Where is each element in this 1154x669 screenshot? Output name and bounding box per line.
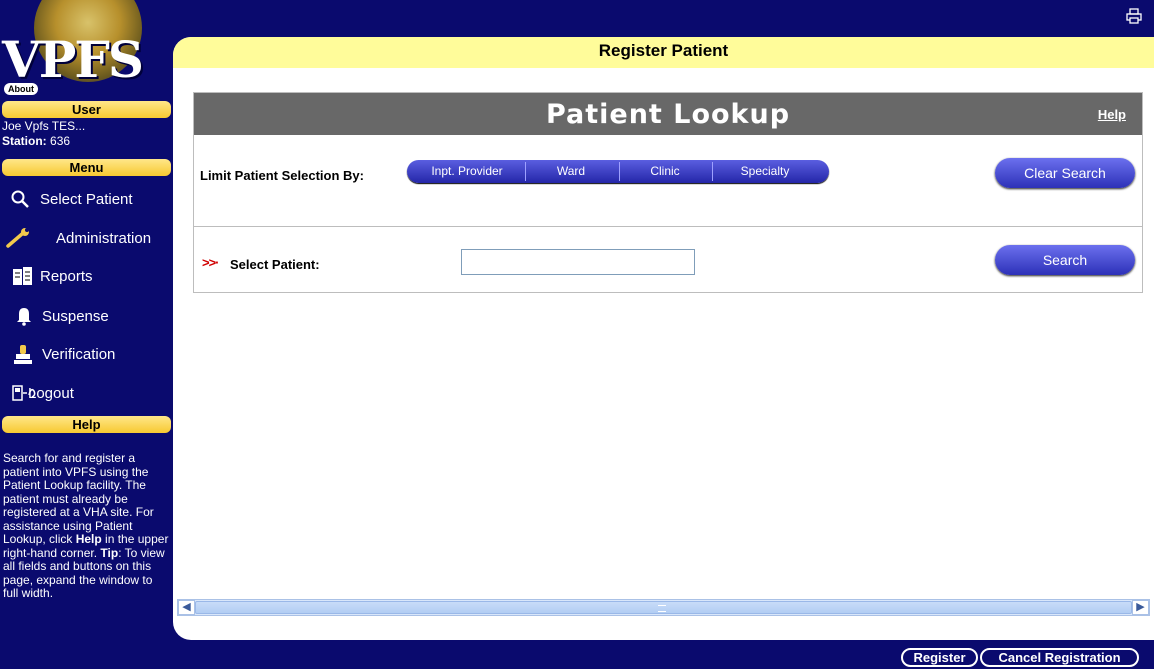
required-arrow-icon: >>·: [202, 255, 219, 270]
menu-item-label: Reports: [40, 268, 93, 285]
scrollbar-grip: [658, 605, 666, 612]
logo-text: VPFS: [2, 30, 144, 89]
print-icon[interactable]: [1126, 8, 1142, 24]
menu-item-label: Administration: [56, 230, 152, 247]
page-title: Register Patient: [173, 37, 1154, 68]
scroll-left-icon[interactable]: ◀: [178, 600, 195, 615]
station-info: Station: 636: [2, 134, 70, 148]
horizontal-scrollbar[interactable]: ◀ ▶: [177, 599, 1150, 616]
menu-item-label: Logout: [28, 385, 74, 402]
menu-item-suspense[interactable]: Suspense: [0, 300, 173, 332]
menu-item-reports[interactable]: Reports: [0, 260, 173, 292]
about-link[interactable]: About: [4, 83, 38, 95]
menu-item-label: Select Patient: [40, 191, 133, 208]
station-value: 636: [50, 134, 71, 148]
top-bar: [173, 0, 1154, 37]
help-link[interactable]: Help: [1098, 107, 1126, 122]
scroll-right-icon[interactable]: ▶: [1132, 600, 1149, 615]
help-header: Help: [2, 416, 171, 433]
select-patient-input[interactable]: [461, 249, 695, 275]
user-name: Joe Vpfs TES...: [2, 119, 86, 133]
patient-lookup-header: Patient Lookup Help: [194, 93, 1142, 135]
divider: [194, 226, 1142, 227]
wrench-icon: [6, 228, 29, 248]
register-button[interactable]: Register: [901, 648, 978, 667]
inpt-provider-button[interactable]: Inpt. Provider: [413, 160, 521, 183]
clinic-button[interactable]: Clinic: [620, 160, 710, 183]
search-button[interactable]: Search: [995, 245, 1135, 275]
reports-icon: [12, 266, 34, 286]
stamp-icon: [14, 344, 36, 364]
patient-lookup-title: Patient Lookup: [545, 99, 791, 130]
limit-selection-group: Inpt. Provider Ward Clinic Specialty: [407, 160, 829, 183]
scrollbar-thumb[interactable]: [195, 601, 1132, 614]
sidebar: VPFS About User Joe Vpfs TES... Station:…: [0, 0, 173, 669]
main-content: Register Patient Patient Lookup Help Lim…: [173, 37, 1154, 640]
patient-lookup-panel: Patient Lookup Help Limit Patient Select…: [193, 92, 1143, 293]
clear-search-button[interactable]: Clear Search: [995, 158, 1135, 188]
ward-button[interactable]: Ward: [526, 160, 616, 183]
vpfs-logo: VPFS About: [0, 0, 173, 100]
menu-header: Menu: [2, 159, 171, 176]
help-text-bold: Help: [75, 532, 102, 546]
menu-item-verification[interactable]: Verification: [0, 338, 173, 370]
user-header: User: [2, 101, 171, 118]
menu-item-select-patient[interactable]: Select Patient: [0, 183, 173, 215]
help-text: Search for and register a patient into V…: [3, 451, 171, 601]
station-label: Station:: [2, 134, 47, 148]
menu-item-administration[interactable]: Administration: [0, 222, 173, 254]
cancel-registration-button[interactable]: Cancel Registration: [980, 648, 1139, 667]
bell-icon: [16, 306, 38, 326]
magnifier-icon: [10, 189, 32, 209]
specialty-button[interactable]: Specialty: [713, 160, 817, 183]
limit-selection-label: Limit Patient Selection By:: [200, 168, 364, 183]
menu-item-label: Suspense: [42, 308, 109, 325]
menu-item-label: Verification: [42, 346, 116, 363]
menu-item-logout[interactable]: Logout: [0, 377, 173, 409]
select-patient-label: Select Patient:: [230, 257, 320, 272]
tip-label: Tip: [100, 545, 119, 560]
